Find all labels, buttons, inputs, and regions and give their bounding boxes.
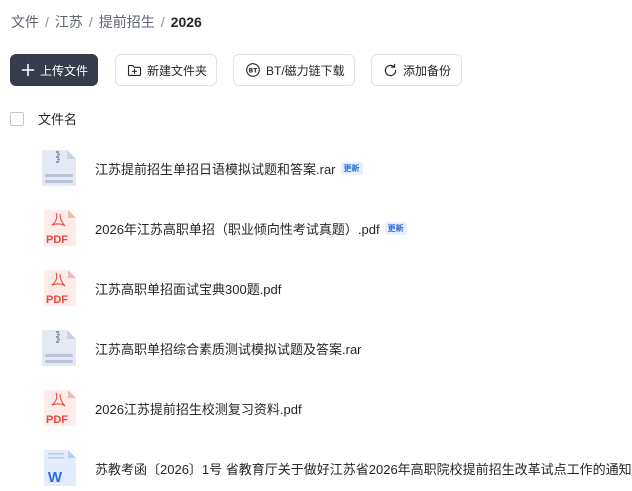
word-file-icon: W [40,448,78,488]
new-folder-button-label: 新建文件夹 [147,63,208,78]
add-backup-button-label: 添加备份 [403,63,452,78]
pdf-icon-label: PDF [46,234,68,246]
select-all-checkbox[interactable] [10,111,24,126]
bt-magnet-download-button[interactable]: BT BT/磁力链下载 [233,54,355,86]
file-name: 2026江苏提前招生校测复习资料.pdf [95,401,302,417]
breadcrumb-separator: / [88,14,93,30]
pdf-icon-label: PDF [46,414,68,426]
file-name: 2026年江苏高职单招（职业倾向性考试真题）.pdf [95,221,380,237]
pdf-file-icon: PDF [40,208,78,248]
file-name: 江苏高职单招综合素质测试模拟试题及答案.rar [95,341,362,357]
breadcrumb-separator: / [45,14,49,30]
bt-magnet-download-button-label: BT/磁力链下载 [266,63,345,78]
file-row[interactable]: 江苏提前招生单招日语模拟试题和答案.rar 更新 [40,146,632,190]
plus-icon [21,63,35,77]
file-row[interactable]: W 苏教考函〔2026〕1号 省教育厅关于做好江苏省2026年高职院校提前招生改… [40,446,632,490]
file-browser: 文件 / 江苏 / 提前招生 / 2026 上传文件 新建文件夹 BT BT/磁… [0,0,632,491]
updated-badge: 更新 [340,161,363,175]
file-row[interactable]: PDF 2026江苏提前招生校测复习资料.pdf [40,386,632,430]
file-row[interactable]: PDF 2026年江苏高职单招（职业倾向性考试真题）.pdf 更新 [40,206,632,250]
file-row[interactable]: PDF 江苏高职单招面试宝典300题.pdf [40,266,632,310]
archive-file-icon [40,148,78,188]
breadcrumb-item-files[interactable]: 文件 [11,12,39,32]
sync-icon [383,63,398,78]
bt-icon: BT [245,62,261,78]
pdf-icon-label: PDF [46,294,68,306]
breadcrumb-item-jiangsu[interactable]: 江苏 [55,12,83,32]
archive-file-icon [40,328,78,368]
file-row[interactable]: 江苏高职单招综合素质测试模拟试题及答案.rar [40,326,632,370]
pdf-file-icon: PDF [40,268,78,308]
file-name: 江苏高职单招面试宝典300题.pdf [95,281,282,297]
add-backup-button[interactable]: 添加备份 [371,54,462,86]
toolbar: 上传文件 新建文件夹 BT BT/磁力链下载 添加备份 [10,54,462,86]
pdf-file-icon: PDF [40,388,78,428]
file-list-header: 文件名 [10,109,77,128]
svg-text:BT: BT [249,67,259,74]
folder-plus-icon [127,63,142,77]
file-name: 苏教考函〔2026〕1号 省教育厅关于做好江苏省2026年高职院校提前招生改革试… [95,461,632,477]
upload-button-label: 上传文件 [40,63,89,78]
word-icon-label: W [48,469,63,486]
updated-badge: 更新 [384,221,407,235]
breadcrumb: 文件 / 江苏 / 提前招生 / 2026 [11,12,202,32]
file-name-column-header: 文件名 [38,112,78,127]
breadcrumb-item-early-admission[interactable]: 提前招生 [99,12,155,32]
breadcrumb-current: 2026 [170,14,202,30]
file-name: 江苏提前招生单招日语模拟试题和答案.rar [95,161,336,177]
breadcrumb-separator: / [160,14,165,30]
new-folder-button[interactable]: 新建文件夹 [115,54,217,86]
upload-button[interactable]: 上传文件 [10,54,98,86]
